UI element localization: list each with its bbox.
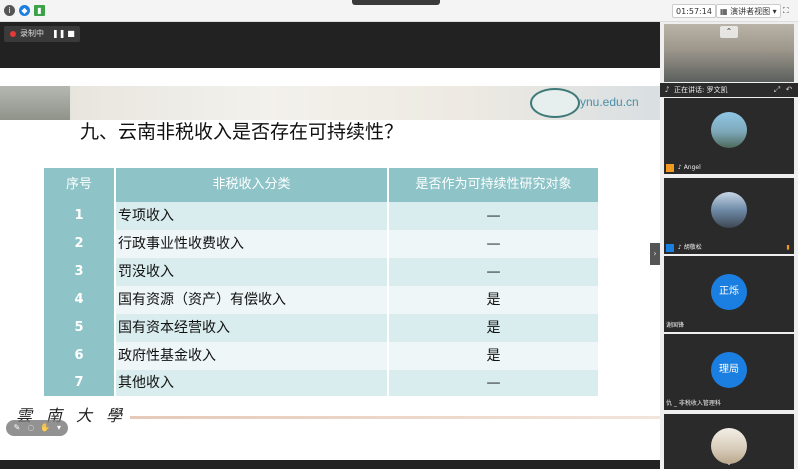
participant-name: Angel bbox=[683, 164, 701, 171]
table-row: 3 罚没收入 — bbox=[44, 258, 598, 286]
row-value: — bbox=[486, 264, 501, 280]
row-number: 1 bbox=[44, 202, 114, 230]
participant-tile[interactable]: ♪ 胡敬松 ▮ bbox=[664, 178, 794, 254]
row-category: 政府性基金收入 bbox=[118, 348, 216, 364]
row-category: 国有资源（资产）有偿收入 bbox=[118, 292, 286, 308]
hand-icon[interactable]: ✋ bbox=[40, 423, 50, 433]
speaker-video[interactable]: ⌃ bbox=[664, 24, 794, 82]
microphone-icon: ♪ bbox=[677, 244, 682, 251]
row-value: — bbox=[486, 375, 501, 391]
collapse-sidebar-button[interactable]: › bbox=[650, 243, 660, 265]
participant-tile[interactable]: ⌄ bbox=[664, 414, 794, 469]
row-value: 是 bbox=[486, 320, 501, 336]
table-row: 7 其他收入 — bbox=[44, 370, 598, 396]
meeting-timer: 01:57:14 bbox=[672, 4, 716, 18]
row-number: 3 bbox=[44, 258, 114, 286]
row-number: 7 bbox=[44, 370, 114, 396]
fullscreen-button[interactable]: ⛶ bbox=[780, 4, 792, 18]
row-category: 国有资本经营收入 bbox=[118, 320, 230, 336]
row-value: 是 bbox=[486, 348, 501, 364]
row-value: 是 bbox=[486, 292, 501, 308]
column-divider bbox=[114, 168, 116, 396]
avatar bbox=[711, 192, 747, 228]
slide-banner: ynu.edu.cn bbox=[0, 86, 660, 120]
back-icon[interactable]: ↶ bbox=[784, 85, 794, 95]
microphone-icon: ♪ bbox=[664, 85, 670, 94]
row-number: 4 bbox=[44, 286, 114, 314]
table-header: 序号 非税收入分类 是否作为可持续性研究对象 bbox=[44, 168, 598, 202]
table-row: 5 国有资本经营收入 是 bbox=[44, 314, 598, 342]
speaking-label: 正在讲话: 罗文凯 bbox=[674, 86, 728, 94]
row-number: 5 bbox=[44, 314, 114, 342]
user-icon bbox=[666, 163, 674, 172]
row-value: — bbox=[486, 236, 501, 252]
chevron-down-icon[interactable]: ⌄ bbox=[724, 458, 734, 468]
participant-label: ♪ Angel bbox=[664, 162, 703, 174]
participant-tile[interactable]: 理局 仇 _ 非税收入管理科 bbox=[664, 334, 794, 410]
recording-label: 录制中 bbox=[20, 29, 44, 38]
university-seal bbox=[530, 88, 580, 118]
table-row: 6 政府性基金收入 是 bbox=[44, 342, 598, 370]
row-category: 罚没收入 bbox=[118, 264, 174, 280]
slide-title: 九、云南非税收入是否存在可持续性？ bbox=[80, 121, 404, 143]
participant-name: 胡敬松 bbox=[683, 244, 702, 251]
footer-divider bbox=[130, 416, 660, 419]
header-number: 序号 bbox=[65, 177, 92, 192]
nontax-revenue-table: 序号 非税收入分类 是否作为可持续性研究对象 1 专项收入 — 2 行政事业性收… bbox=[44, 168, 598, 396]
chevron-up-icon[interactable]: ⌃ bbox=[720, 26, 738, 38]
participant-label: ♪ 胡敬松 bbox=[664, 242, 704, 254]
university-website: ynu.edu.cn bbox=[580, 95, 639, 109]
row-category: 专项收入 bbox=[118, 208, 174, 224]
speaking-indicator: ♪ 正在讲话: 罗文凯 ⤢ ↶ bbox=[660, 83, 798, 97]
bottom-toolbar: ✎ ◌ ✋ ▾ bbox=[6, 420, 68, 436]
header-research-object: 是否作为可持续性研究对象 bbox=[415, 177, 572, 192]
shield-icon[interactable]: ◆ bbox=[19, 5, 30, 16]
microphone-icon: ♪ bbox=[677, 164, 682, 171]
layout-icon: ▦ bbox=[720, 7, 728, 16]
avatar bbox=[711, 112, 747, 148]
signal-strength-icon: ▮ bbox=[786, 244, 790, 251]
table-row: 2 行政事业性收费收入 — bbox=[44, 230, 598, 258]
row-number: 2 bbox=[44, 230, 114, 258]
header-category: 非税收入分类 bbox=[212, 177, 291, 192]
table-row: 4 国有资源（资产）有偿收入 是 bbox=[44, 286, 598, 314]
chevron-down-icon[interactable]: ▾ bbox=[54, 423, 64, 433]
pause-recording-button[interactable]: ❚❚ bbox=[52, 29, 65, 39]
campus-photo bbox=[0, 86, 70, 120]
participant-tile[interactable]: ♪ Angel bbox=[664, 98, 794, 174]
participant-tile[interactable]: 正烁 谢国锋 bbox=[664, 256, 794, 332]
top-drag-handle[interactable] bbox=[352, 0, 440, 5]
stop-recording-button[interactable]: ■ bbox=[66, 29, 76, 39]
info-icon[interactable]: i bbox=[4, 5, 15, 16]
speaker-view-label: 演讲者视图 bbox=[730, 7, 771, 16]
avatar: 理局 bbox=[711, 352, 747, 388]
annotation-icon[interactable]: ✎ bbox=[12, 423, 22, 433]
expand-icon[interactable]: ⤢ bbox=[772, 85, 782, 95]
signal-icon[interactable]: ▮ bbox=[34, 5, 45, 16]
presentation-slide: ynu.edu.cn 九、云南非税收入是否存在可持续性？ 序号 非税收入分类 是… bbox=[0, 68, 660, 460]
table-row: 1 专项收入 — bbox=[44, 202, 598, 230]
user-icon bbox=[666, 243, 674, 252]
column-divider bbox=[387, 168, 389, 396]
shared-screen: 录制中 ❚❚ ■ ynu.edu.cn 九、云南非税收入是否存在可持续性？ 序号… bbox=[0, 22, 660, 469]
chevron-down-icon: ▾ bbox=[772, 7, 777, 16]
recording-dot-icon bbox=[10, 31, 16, 37]
recording-bar: 录制中 ❚❚ ■ bbox=[4, 26, 80, 42]
avatar: 正烁 bbox=[711, 274, 747, 310]
row-value: — bbox=[486, 208, 501, 224]
participant-name: 谢国锋 bbox=[666, 322, 685, 329]
chat-icon[interactable]: ◌ bbox=[26, 423, 36, 433]
row-category: 其他收入 bbox=[118, 375, 174, 391]
participant-name: 仇 _ 非税收入管理科 bbox=[666, 400, 721, 407]
speaker-view-button[interactable]: ▦ 演讲者视图 ▾ bbox=[716, 4, 781, 18]
row-category: 行政事业性收费收入 bbox=[118, 236, 244, 252]
row-number: 6 bbox=[44, 342, 114, 370]
